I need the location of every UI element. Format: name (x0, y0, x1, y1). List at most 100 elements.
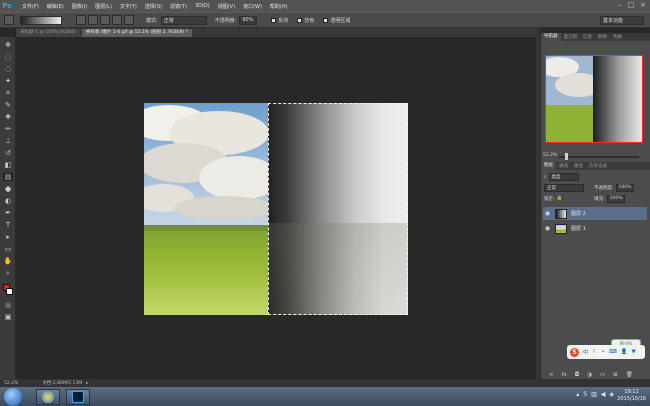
navigator-thumbnail[interactable] (545, 55, 643, 143)
hand-tool-icon[interactable]: ✋ (3, 257, 13, 265)
tab-paths[interactable]: 路径 (571, 163, 586, 169)
type-tool-icon[interactable]: T (3, 221, 13, 229)
sogou-tray-icon[interactable]: S (583, 391, 587, 398)
gradient-tool-preset-icon[interactable] (4, 15, 14, 25)
canvas-area[interactable] (17, 37, 536, 378)
layer-row-2[interactable]: ◉ 图层 2 (543, 207, 647, 220)
path-selection-icon[interactable]: ▸ (3, 233, 13, 241)
fill-input[interactable]: 100% (606, 194, 625, 203)
layer-mask-icon[interactable]: ◘ (575, 372, 579, 378)
start-button-icon[interactable] (4, 387, 22, 406)
tab-info[interactable]: 信息 (580, 34, 595, 40)
eyedropper-icon[interactable]: ✎ (3, 101, 13, 109)
layer-style-icon[interactable]: fx (562, 372, 567, 378)
gradient-tool-icon[interactable]: ▤ (3, 173, 13, 181)
layer-name[interactable]: 图层 1 (571, 225, 586, 232)
transparency-checkbox[interactable] (323, 17, 329, 23)
punctuation-icon[interactable]: • (601, 349, 604, 355)
lasso-tool-icon[interactable]: ◌ (3, 65, 13, 73)
navigator-zoom-value[interactable]: 52.2% (543, 153, 557, 158)
user-icon[interactable]: 👤 (621, 349, 628, 355)
tab-channels[interactable]: 通道 (556, 163, 571, 169)
linear-gradient-icon[interactable] (76, 15, 86, 25)
volume-icon[interactable]: ◀ (601, 391, 606, 398)
tab-layers[interactable]: 图层 (541, 162, 556, 170)
menu-type[interactable]: 文字(Y) (120, 3, 137, 10)
keyboard-icon[interactable]: ⌨ (609, 349, 617, 355)
diamond-gradient-icon[interactable] (124, 15, 134, 25)
dither-checkbox[interactable] (297, 17, 303, 23)
lock-icon[interactable]: 🔒 (557, 196, 563, 201)
visibility-eye-icon[interactable]: ◉ (543, 210, 552, 217)
delete-layer-icon[interactable]: 🗑 (626, 372, 633, 378)
moon-icon[interactable]: ☾ (593, 349, 598, 355)
new-layer-icon[interactable]: ⊞ (613, 372, 618, 378)
menu-view[interactable]: 视图(V) (218, 3, 235, 10)
taskbar-browser-button[interactable] (36, 388, 60, 405)
taskbar-photoshop-button[interactable] (66, 388, 90, 405)
layer-row-1[interactable]: ◉ 图层 1 (543, 222, 647, 235)
link-layers-icon[interactable]: ∞ (549, 372, 554, 378)
ime-mode-indicator[interactable]: 中 (583, 348, 589, 356)
mode-select[interactable]: 正常 (160, 15, 207, 25)
skin-icon[interactable]: ▼ (632, 349, 636, 355)
menu-file[interactable]: 文件(F) (22, 3, 39, 10)
tab-color[interactable]: 颜色 (595, 34, 610, 40)
tab-history[interactable]: 历史记录 (586, 163, 610, 169)
navigator-zoom-slider[interactable] (559, 156, 639, 158)
security-icon[interactable]: ◈ (609, 391, 614, 398)
menu-3d[interactable]: 3D(D) (195, 3, 210, 9)
menu-edit[interactable]: 编辑(E) (47, 3, 64, 10)
network-icon[interactable]: ▥ (591, 391, 597, 398)
clone-stamp-icon[interactable]: ⊥ (3, 137, 13, 145)
opacity-input[interactable]: 90% (239, 15, 258, 25)
chevron-up-icon[interactable]: ▴ (576, 391, 579, 398)
crop-tool-icon[interactable]: ⌗ (3, 89, 13, 97)
status-zoom[interactable]: 52.2% (4, 381, 18, 386)
radial-gradient-icon[interactable] (88, 15, 98, 25)
zoom-tool-icon[interactable]: ⌕ (3, 269, 13, 277)
navigator-slider-handle[interactable] (565, 153, 568, 160)
taskbar-clock[interactable]: 19:11 2015/10/16 (617, 389, 646, 403)
navigator-view-box[interactable] (545, 55, 643, 143)
minimize-button[interactable]: – (618, 1, 622, 9)
layer-kind-select[interactable]: 类型 (548, 172, 579, 181)
ime-toolbar[interactable]: S 中 ☾ • ⌨ 👤 ▼ (567, 345, 645, 359)
eraser-tool-icon[interactable]: ◧ (3, 161, 13, 169)
menu-window[interactable]: 窗口(W) (243, 3, 262, 10)
blur-tool-icon[interactable]: ● (3, 185, 13, 193)
tab-histogram[interactable]: 直方图 (561, 34, 581, 40)
layer-opacity-input[interactable]: 100% (615, 183, 634, 192)
new-group-icon[interactable]: ▭ (600, 372, 605, 378)
adjustment-layer-icon[interactable]: ◑ (587, 372, 592, 378)
maximize-button[interactable]: □ (628, 1, 635, 9)
menu-filter[interactable]: 滤镜(T) (170, 3, 187, 10)
menu-layer[interactable]: 图层(L) (95, 3, 112, 10)
angle-gradient-icon[interactable] (100, 15, 110, 25)
screen-mode-icon[interactable]: ▣ (3, 313, 13, 321)
status-arrow-icon[interactable]: ▸ (86, 381, 88, 386)
background-color-swatch[interactable] (6, 288, 13, 295)
tab-active-document[interactable]: 换背景 (图片 1-6.gif @ 52.2% (图层 2, RGB/8) * (81, 29, 192, 37)
move-tool-icon[interactable]: ✥ (3, 41, 13, 49)
layer-name[interactable]: 图层 2 (571, 210, 586, 217)
menu-select[interactable]: 选择(S) (145, 3, 162, 10)
menu-help[interactable]: 帮助(H) (270, 3, 288, 10)
visibility-eye-icon[interactable]: ◉ (543, 225, 552, 232)
pen-tool-icon[interactable]: ✒ (3, 209, 13, 217)
reverse-checkbox[interactable] (271, 17, 277, 23)
tab-navigator[interactable]: 导航器 (541, 33, 561, 41)
history-brush-icon[interactable]: ↺ (3, 149, 13, 157)
marquee-tool-icon[interactable]: ⬚ (3, 53, 13, 61)
reflected-gradient-icon[interactable] (112, 15, 122, 25)
blend-mode-select[interactable]: 正常 (544, 183, 584, 192)
workspace-select[interactable]: 基本功能 (600, 15, 644, 25)
healing-brush-icon[interactable]: ✚ (3, 113, 13, 121)
menu-image[interactable]: 图像(I) (72, 3, 87, 10)
tab-swatches[interactable]: 色板 (610, 34, 625, 40)
gradient-picker[interactable] (20, 15, 62, 25)
quick-mask-icon[interactable]: ◎ (3, 301, 13, 309)
tab-untitled[interactable]: 未标题-1 @ 100%(RGB/8) (16, 29, 80, 37)
magic-wand-icon[interactable]: ✦ (3, 77, 13, 85)
document-canvas[interactable] (144, 103, 408, 315)
